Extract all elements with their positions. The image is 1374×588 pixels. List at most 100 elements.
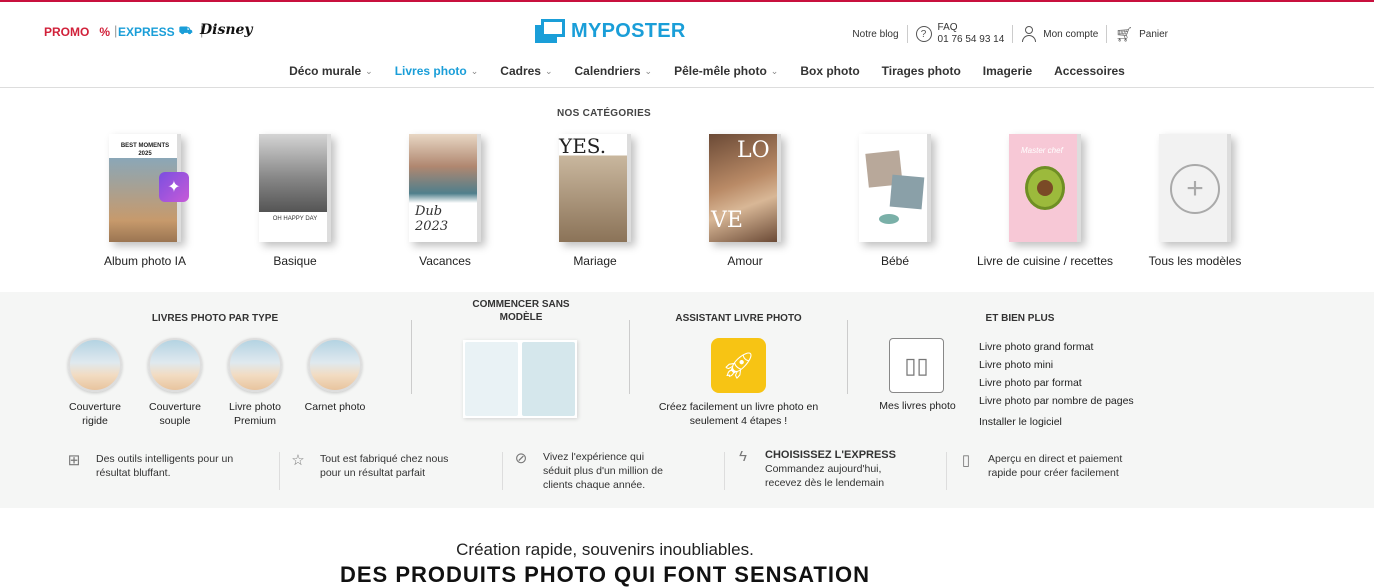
sparkle-icon: ✦ <box>159 172 189 202</box>
category-tous-les-modeles[interactable]: + Tous les modèles <box>1120 134 1270 268</box>
nav-tirages-photo[interactable]: Tirages photo <box>882 63 961 79</box>
cover-text: LO <box>737 138 770 163</box>
cover-text: Master chef <box>1021 146 1063 155</box>
faq-link[interactable]: ? FAQ 01 76 54 93 14 <box>915 22 1004 46</box>
truck-icon: ⛟ <box>178 25 193 37</box>
type-couverture-souple[interactable]: Couverture souple <box>142 338 208 428</box>
category-basique[interactable]: OH HAPPY DAY Basique <box>220 134 370 268</box>
link-nombre-pages[interactable]: Livre photo par nombre de pages <box>979 392 1134 410</box>
book-cover-image: YES. <box>559 134 631 242</box>
nav-deco-murale[interactable]: Déco murale ⌄ <box>289 63 373 79</box>
type-image <box>228 338 282 392</box>
disney-logo: Disney <box>200 22 253 38</box>
divider <box>411 320 412 394</box>
percent-icon: % <box>99 25 111 39</box>
type-livre-premium[interactable]: Livre photo Premium <box>222 338 288 428</box>
cart-label: Panier <box>1139 28 1168 40</box>
category-label: Basique <box>273 254 317 268</box>
feature-item: ☆ Tout est fabriqué chez nous pour un rés… <box>288 452 460 480</box>
cart-link[interactable]: 🛒︎ Panier <box>1115 26 1168 43</box>
type-label: Carnet photo <box>304 401 366 413</box>
book-cover-image: BEST MOMENTS 2025 ✦ <box>109 134 189 242</box>
divider <box>847 320 848 394</box>
nav-livres-photo[interactable]: Livres photo ⌄ <box>395 63 479 79</box>
category-label: Livre de cuisine / recettes <box>976 254 1114 268</box>
promo-label: PROMO <box>44 25 90 39</box>
category-label: Bébé <box>880 254 910 268</box>
cover-text: OH HAPPY DAY <box>272 216 318 222</box>
book-cover-image: Master chef <box>1009 134 1081 242</box>
type-carnet-photo[interactable]: Carnet photo <box>302 338 368 428</box>
type-label: Couverture rigide <box>69 401 121 427</box>
nav-accessoires[interactable]: Accessoires <box>1054 63 1125 79</box>
plus-icon: + <box>1170 164 1220 214</box>
divider <box>629 320 630 394</box>
check-icon: ⊘ <box>514 450 528 467</box>
mega-menu-sections: LIVRES PHOTO PAR TYPE Couverture rigide … <box>0 292 1374 452</box>
category-album-ia[interactable]: BEST MOMENTS 2025 ✦ Album photo IA <box>70 134 220 268</box>
blank-book-image[interactable] <box>463 340 577 418</box>
feature-item: ▯ Aperçu en direct et paiement rapide pou… <box>956 452 1138 480</box>
category-amour[interactable]: LO VE Amour <box>670 134 820 268</box>
tools-icon: ⊞ <box>67 452 81 469</box>
divider <box>906 25 908 43</box>
category-label: Album photo IA <box>103 254 187 268</box>
chevron-down-icon: ⌄ <box>470 65 479 76</box>
express-label: EXPRESS <box>118 25 175 39</box>
cover-text: YES. <box>559 134 607 158</box>
star-box-icon: ☆ <box>291 452 305 469</box>
divider: | <box>114 23 118 38</box>
type-label: Couverture souple <box>149 401 201 427</box>
promo-link[interactable]: PROMO % <box>44 25 110 39</box>
feature-item: ⊞ Des outils intelligents pour un résulta… <box>64 452 246 480</box>
category-vacances[interactable]: Dub 2023 Vacances <box>370 134 520 268</box>
feature-text: Des outils intelligents pour un résultat… <box>96 453 234 479</box>
category-cuisine[interactable]: Master chef Livre de cuisine / recettes <box>970 134 1120 268</box>
main-nav: Déco murale ⌄ Livres photo ⌄ Cadres ⌄ Calen… <box>0 58 1374 88</box>
chevron-down-icon: ⌄ <box>770 65 779 76</box>
cover-text: Dub 2023 <box>415 204 449 234</box>
nav-calendriers[interactable]: Calendriers ⌄ <box>575 63 653 79</box>
nav-box-photo[interactable]: Box photo <box>800 63 859 79</box>
category-bebe[interactable]: Bébé <box>820 134 970 268</box>
category-mariage[interactable]: YES. Mariage <box>520 134 670 268</box>
book-cover-image: Dub 2023 <box>409 134 481 242</box>
category-label: Vacances <box>419 254 471 268</box>
link-par-format[interactable]: Livre photo par format <box>979 374 1134 392</box>
type-image <box>308 338 362 392</box>
account-link[interactable]: Mon compte <box>1021 26 1098 42</box>
feature-text: Vivez l'expérience qui séduit plus d'un … <box>543 451 663 491</box>
faq-label: FAQ <box>937 22 958 33</box>
express-link[interactable]: EXPRESS ⛟ <box>118 25 193 39</box>
phone-icon: ▯ <box>961 452 971 469</box>
header: PROMO % | EXPRESS ⛟ | Disney MYPOSTER No… <box>0 2 1374 58</box>
category-label: Tous les modèles <box>1148 254 1242 268</box>
chevron-down-icon: ⌄ <box>544 65 553 76</box>
nav-pele-mele[interactable]: Pêle-mêle photo ⌄ <box>674 63 778 79</box>
type-couverture-rigide[interactable]: Couverture rigide <box>62 338 128 428</box>
type-image <box>148 338 202 392</box>
link-installer-logiciel[interactable]: Installer le logiciel <box>979 413 1134 431</box>
open-book-icon[interactable]: ▯▯ <box>889 338 944 393</box>
book-cover-image: LO VE <box>709 134 781 242</box>
more-title: ET BIEN PLUS <box>985 313 1055 324</box>
feature-text: Aperçu en direct et paiement rapide pour… <box>988 453 1123 479</box>
bolt-icon: ϟ <box>739 448 747 465</box>
nav-cadres[interactable]: Cadres ⌄ <box>500 63 552 79</box>
blog-link[interactable]: Notre blog <box>852 29 898 40</box>
link-grand-format[interactable]: Livre photo grand format <box>979 338 1134 356</box>
disney-link[interactable]: Disney <box>200 22 253 38</box>
nav-imagerie[interactable]: Imagerie <box>983 63 1032 79</box>
blank-title: COMMENCER SANS MODÈLE <box>472 299 570 323</box>
my-books-link[interactable]: Mes livres photo <box>870 400 965 412</box>
tagline: Création rapide, souvenirs inoubliables. <box>456 540 754 559</box>
cover-text: VE <box>711 208 743 233</box>
feature-text: Tout est fabriqué chez nous pour un résu… <box>320 453 449 479</box>
assistant-text: Créez facilement un livre photo en seule… <box>658 401 819 427</box>
book-cover-image: + <box>1159 134 1231 242</box>
logo[interactable]: MYPOSTER <box>535 19 686 43</box>
link-mini[interactable]: Livre photo mini <box>979 356 1134 374</box>
logo-text: MYPOSTER <box>571 19 686 42</box>
rocket-icon[interactable]: 🚀︎ <box>711 338 766 393</box>
type-label: Livre photo Premium <box>229 401 281 427</box>
